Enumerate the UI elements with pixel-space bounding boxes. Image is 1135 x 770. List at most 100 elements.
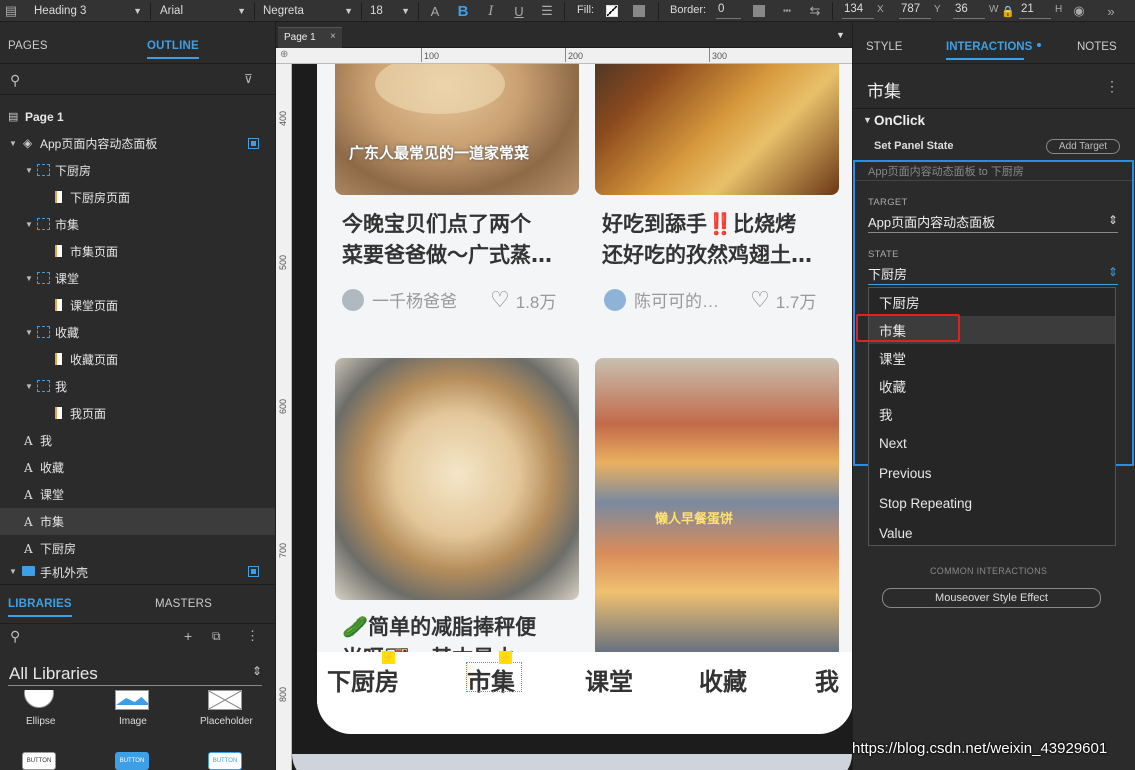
interaction-lightning-icon[interactable]: ⚡ <box>382 651 395 664</box>
placeholder-widget[interactable] <box>208 690 242 710</box>
outline-text-row[interactable]: A 课堂 <box>0 481 275 508</box>
recipe-title-line[interactable]: 今晚宝贝们点了两个 <box>342 209 531 240</box>
outline-text-row[interactable]: A 我 <box>0 427 275 454</box>
outline-state-page-row[interactable]: 收藏页面 <box>0 346 275 373</box>
dropdown-option[interactable]: 我 <box>869 400 1115 428</box>
avatar[interactable] <box>604 288 626 311</box>
dropdown-option[interactable]: Stop Repeating <box>869 489 1115 517</box>
heart-icon[interactable]: ♡ <box>490 287 510 313</box>
outline-dynamic-panel-row[interactable]: ▼ ◈ App页面内容动态面板 <box>0 130 275 157</box>
page-tab[interactable]: Page 1 × <box>278 27 342 48</box>
heart-icon[interactable]: ♡ <box>750 287 770 313</box>
arrow-style-icon[interactable]: ⇆ <box>806 2 824 20</box>
button-widget[interactable]: BUTTON <box>22 752 56 770</box>
outline-state-row[interactable]: ▼ 市集 <box>0 211 275 238</box>
recipe-title-line[interactable]: 还好吃的孜然鸡翅土… <box>602 240 812 271</box>
author-name[interactable]: 一千杨爸爸 <box>372 287 457 312</box>
tab-libraries[interactable]: LIBRARIES <box>8 598 72 617</box>
action-name[interactable]: Set Panel State <box>874 140 953 152</box>
border-width-input[interactable]: 0 <box>716 3 741 19</box>
dropdown-option[interactable]: 下厨房 <box>869 288 1115 316</box>
outline-state-row[interactable]: ▼ 我 <box>0 373 275 400</box>
tab-outline[interactable]: OUTLINE <box>147 40 199 59</box>
state-select[interactable]: 下厨房 ⇕ <box>868 264 1118 285</box>
font-color-icon[interactable]: A <box>426 2 444 20</box>
copy-icon[interactable]: ⧉ <box>212 629 221 644</box>
dropdown-option[interactable]: 收藏 <box>869 372 1115 400</box>
primary-button-widget[interactable]: BUTTON <box>115 752 149 770</box>
tab-pages[interactable]: PAGES <box>8 40 48 52</box>
recipe-image[interactable]: 广东人最常见的一道家常菜 <box>335 64 579 195</box>
mouseover-style-effect-button[interactable]: Mouseover Style Effect <box>882 588 1101 608</box>
font-select[interactable]: Arial ▼ <box>154 1 250 20</box>
outline-page-row[interactable]: ▤ Page 1 <box>0 103 275 130</box>
widget-name[interactable]: 市集 <box>867 77 901 102</box>
add-target-button[interactable]: Add Target <box>1046 139 1120 154</box>
chevron-down-icon[interactable]: ▼ <box>863 115 872 125</box>
tab-style[interactable]: STYLE <box>866 41 902 53</box>
close-icon[interactable]: × <box>330 31 336 42</box>
more-icon[interactable]: ⋮ <box>1105 78 1119 95</box>
dropdown-option[interactable]: Value <box>869 519 1115 547</box>
outline-state-page-row[interactable]: 课堂页面 <box>0 292 275 319</box>
italic-icon[interactable]: I <box>482 2 500 20</box>
recipe-title-line[interactable]: 菜要爸爸做～广式蒸… <box>342 240 552 271</box>
outline-state-row[interactable]: ▼ 课堂 <box>0 265 275 292</box>
ellipse-widget[interactable] <box>24 690 54 712</box>
visibility-marker-icon[interactable] <box>248 138 259 149</box>
search-icon[interactable]: ⚲ <box>10 72 20 89</box>
recipe-likes[interactable]: ♡ 1.8万 <box>490 287 556 313</box>
app-tab-classroom[interactable]: 课堂 <box>585 662 633 697</box>
event-name[interactable]: OnClick <box>874 113 925 128</box>
avatar[interactable] <box>342 288 364 311</box>
visibility-icon[interactable]: ◉ <box>1070 2 1088 20</box>
y-input[interactable]: 787 <box>899 3 931 19</box>
recipe-likes[interactable]: ♡ 1.7万 <box>750 287 816 313</box>
more-icon[interactable]: ⋮ <box>246 628 259 644</box>
tab-interactions[interactable]: INTERACTIONS <box>946 41 1032 60</box>
style-select[interactable]: Heading 3 ▼ <box>28 1 146 20</box>
tab-notes[interactable]: NOTES <box>1077 41 1117 53</box>
outline-state-page-row[interactable]: 市集页面 <box>0 238 275 265</box>
search-icon[interactable]: ⚲ <box>10 628 20 645</box>
recipe-image[interactable] <box>335 358 579 600</box>
recipe-image[interactable]: 懒人早餐蛋饼 <box>595 358 839 658</box>
library-select[interactable]: All Libraries ⇕ <box>8 662 262 686</box>
app-tab-favorites[interactable]: 收藏 <box>699 662 747 697</box>
dropdown-option[interactable]: Previous <box>869 459 1115 487</box>
fill-color-icon[interactable] <box>603 2 621 20</box>
outline-text-row-selected[interactable]: A 市集 <box>0 508 275 535</box>
dropdown-option[interactable]: 课堂 <box>869 344 1115 372</box>
recipe-title-line[interactable]: 🥒简单的减脂捧秤便 <box>342 612 536 643</box>
underline-icon[interactable]: U <box>510 2 528 20</box>
border-style-icon[interactable]: ┅ <box>778 2 796 20</box>
height-input[interactable]: 21 <box>1019 3 1051 19</box>
interaction-lightning-icon[interactable]: ⚡ <box>499 651 512 664</box>
chevron-down-icon[interactable]: ▼ <box>836 30 845 40</box>
app-tab-me[interactable]: 我 <box>815 662 839 697</box>
outline-folder-row[interactable]: ▼ 手机外壳 <box>0 562 275 582</box>
outline-text-row[interactable]: A 下厨房 <box>0 535 275 562</box>
size-select[interactable]: 18 ▼ <box>364 1 414 20</box>
selection-box[interactable] <box>466 662 522 692</box>
visibility-marker-icon[interactable] <box>248 566 259 577</box>
x-input[interactable]: 134 <box>842 3 874 19</box>
image-widget[interactable] <box>115 690 149 710</box>
outline-state-row[interactable]: ▼ 下厨房 <box>0 157 275 184</box>
lock-icon[interactable]: 🔒 <box>999 2 1017 20</box>
border-color-icon[interactable] <box>750 2 768 20</box>
outline-state-page-row[interactable]: 我页面 <box>0 400 275 427</box>
add-icon[interactable]: + <box>184 628 192 644</box>
tab-masters[interactable]: MASTERS <box>155 598 212 610</box>
bold-icon[interactable]: B <box>454 2 472 20</box>
list-icon[interactable]: ☰ <box>538 2 556 20</box>
app-tab-kitchen[interactable]: 下厨房 <box>327 662 399 697</box>
recipe-title-line[interactable]: 好吃到舔手‼️比烧烤 <box>602 209 796 240</box>
dropdown-option[interactable]: Next <box>869 429 1115 457</box>
outline-text-row[interactable]: A 收藏 <box>0 454 275 481</box>
fill-options-icon[interactable] <box>630 2 648 20</box>
author-name[interactable]: 陈可可的… <box>634 287 719 312</box>
width-input[interactable]: 36 <box>953 3 985 19</box>
recipe-image[interactable] <box>595 64 839 195</box>
weight-select[interactable]: Negreta ▼ <box>257 1 357 20</box>
